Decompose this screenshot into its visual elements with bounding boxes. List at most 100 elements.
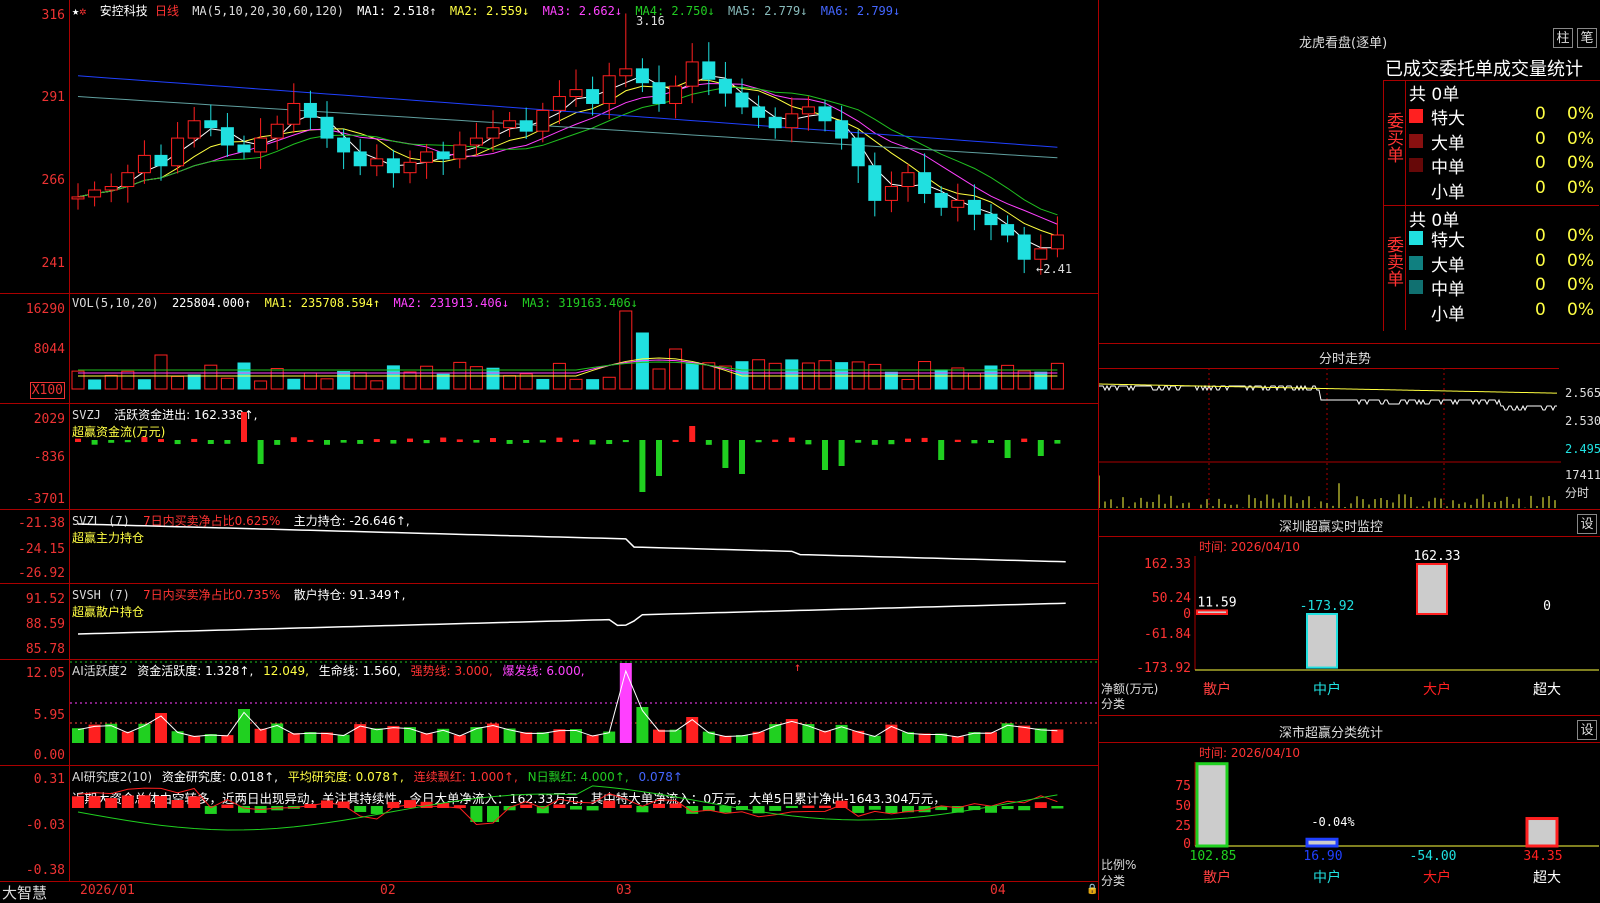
volume-bar <box>752 359 766 390</box>
flow-bar <box>954 439 961 442</box>
svsh-panel[interactable]: 91.52 88.59 85.78 SVSH (7) 7日内买卖净占比0.735… <box>0 584 1098 660</box>
monitor-bar-label: 0 <box>1543 599 1551 614</box>
swatch <box>1409 109 1423 123</box>
flow-bar <box>324 440 330 445</box>
flow-bar <box>573 439 579 442</box>
sell-label: 委卖单 <box>1383 236 1403 287</box>
volume-chart[interactable] <box>70 294 1097 403</box>
flow-bar <box>124 440 131 443</box>
longhu-name: 小单 <box>1431 182 1465 203</box>
bar-mode-button[interactable]: 柱 <box>1553 28 1573 48</box>
flow-bar <box>456 439 463 442</box>
candle-body <box>519 120 533 132</box>
ai-research-panel[interactable]: 0.31 -0.03 -0.38 AI研究度2(10) 资金研究度: 0.018… <box>0 766 1098 882</box>
ai-activity-panel[interactable]: 12.05 5.95 0.00 AI活跃度2 资金活跃度: 1.328↑, 12… <box>0 660 1098 766</box>
volume-bar <box>918 361 932 390</box>
flow-bar <box>705 440 712 445</box>
flow-bar <box>158 439 164 442</box>
ai-activity-chart[interactable] <box>70 660 1097 765</box>
volume-bar <box>735 361 749 390</box>
candle-body <box>88 189 102 198</box>
activity-bar <box>985 732 997 743</box>
candle-body <box>884 186 898 201</box>
ma-line <box>77 86 1058 216</box>
longhu-name: 大单 <box>1431 255 1465 276</box>
volume-bar <box>88 379 102 390</box>
longhu-p: 0% <box>1567 226 1594 246</box>
classify-pct: -0.04% <box>1311 815 1355 829</box>
flow-bar <box>91 440 98 445</box>
flow-bar <box>905 438 911 442</box>
candle-body <box>951 199 965 208</box>
candle-body <box>702 61 716 80</box>
research-bar <box>636 806 649 813</box>
ai-research-chart[interactable] <box>70 766 1097 881</box>
longhu-p: 0% <box>1567 275 1594 295</box>
flow-bar <box>423 440 430 444</box>
lock-icon[interactable]: 🔒 <box>1086 884 1098 895</box>
classify-cat-label: 超大 <box>1533 870 1561 886</box>
candle-body <box>785 113 799 129</box>
research-bar <box>653 803 665 808</box>
research-bar <box>321 800 333 808</box>
volume-bar <box>403 371 417 390</box>
classify-cat: 分类 <box>1101 874 1126 888</box>
research-bar <box>1051 806 1064 809</box>
svzl-chart[interactable] <box>70 510 1097 583</box>
flow-bar <box>257 440 264 464</box>
ai10-tick: -0.38 <box>25 863 65 878</box>
activity-bar <box>105 723 118 743</box>
candle-body <box>453 144 467 160</box>
flow-bar <box>921 437 928 442</box>
candle-body <box>918 172 932 194</box>
flow-bar <box>855 440 862 443</box>
research-bar <box>188 796 201 808</box>
svzj-chart[interactable] <box>70 404 1097 509</box>
candle-body <box>386 158 400 174</box>
kline-chart[interactable] <box>70 0 1097 293</box>
candle-body <box>586 89 600 104</box>
volume-bar <box>536 378 550 390</box>
volume-bar <box>154 354 168 390</box>
ai10-tick: 0.31 <box>33 772 65 787</box>
holding-line <box>77 523 1066 563</box>
fenshi-chart[interactable] <box>1099 368 1561 510</box>
longhu-header: 已成交委托单成交量统计 <box>1385 59 1583 80</box>
volume-panel[interactable]: 16290 8044 X100 VOL(5,10,20) 225804.000↑… <box>0 294 1098 404</box>
candle-body <box>967 199 981 215</box>
flow-bar <box>739 440 745 474</box>
kline-panel[interactable]: 316 291 266 241 ★✲ 安控科技 日线 MA(5,10,20,30… <box>0 0 1098 294</box>
flow-bar <box>1021 438 1028 442</box>
monitor-bar-label: -173.92 <box>1300 599 1355 614</box>
volume-bar <box>851 361 865 390</box>
buy-total: 共 0单 <box>1409 85 1460 105</box>
flow-bar <box>822 440 828 470</box>
research-bar <box>553 804 566 808</box>
x-axis: 大智慧 2026/01 02 03 04 🔒 <box>0 882 1098 902</box>
x-label: 04 <box>990 883 1006 898</box>
candle-body <box>287 102 301 125</box>
activity-bar <box>404 727 416 743</box>
ai-tick: 0.00 <box>33 748 65 763</box>
volume-bar <box>669 348 683 390</box>
svsh-axis: 91.52 88.59 85.78 <box>0 584 70 659</box>
flow-bar <box>1004 440 1011 458</box>
monitor-cat-label: 散户 <box>1203 681 1231 698</box>
candle-body <box>420 151 434 163</box>
svsh-chart[interactable] <box>70 584 1097 659</box>
candle-body <box>752 106 766 118</box>
svzl-tick: -21.38 <box>18 516 65 531</box>
longhu-p: 0% <box>1567 250 1594 271</box>
candle-body <box>652 82 666 104</box>
flow-bar <box>207 440 214 444</box>
fenshi-title: 分时走势 <box>1319 352 1372 367</box>
candle-body <box>254 137 268 153</box>
svzj-tick: -836 <box>33 450 65 465</box>
activity-bar <box>769 724 782 743</box>
candle-body <box>552 96 566 111</box>
tick-mode-button[interactable]: 笔 <box>1577 28 1597 48</box>
svzl-panel[interactable]: -21.38 -24.15 -26.92 SVZL (7) 7日内买卖净占比0.… <box>0 510 1098 584</box>
fenshi-panel[interactable]: 分时走势 2.565 2.530 2.495 17411 分时 <box>1098 344 1600 510</box>
research-bar <box>404 800 416 808</box>
svzj-panel[interactable]: 2029 -836 -3701 SVZJ 活跃资金进出: 162.338↑, 超… <box>0 404 1098 510</box>
